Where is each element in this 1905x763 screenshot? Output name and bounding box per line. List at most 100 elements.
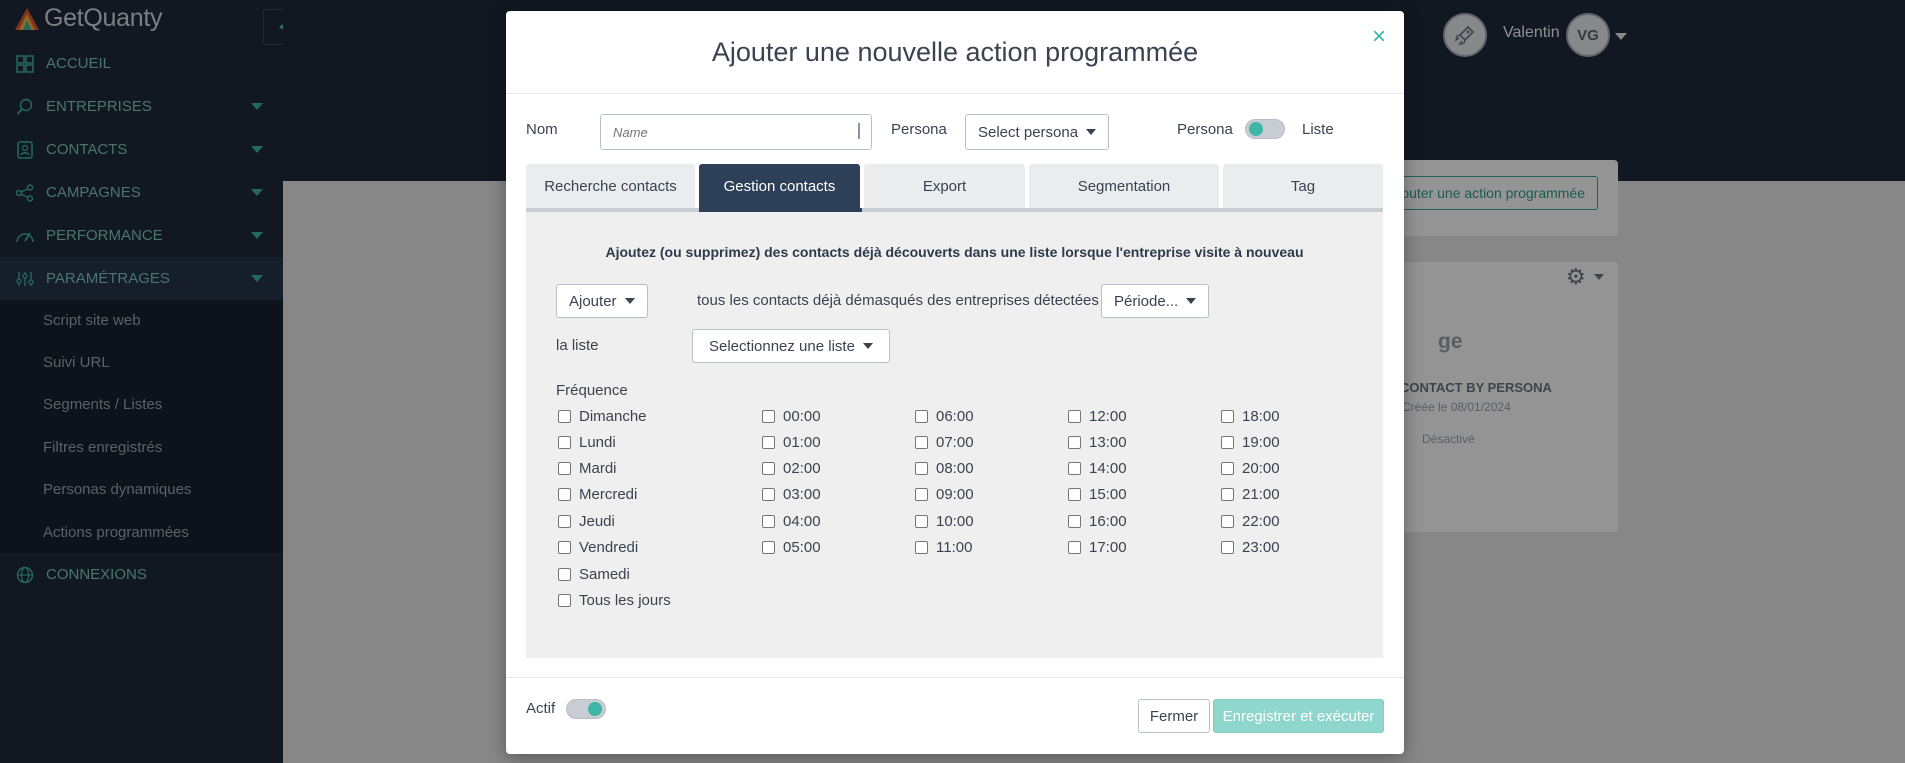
hour-checkbox[interactable]: 12:00 (1068, 408, 1127, 425)
list-select[interactable]: Selectionnez une liste (692, 329, 890, 363)
name-label: Nom (526, 121, 558, 138)
hour-checkbox[interactable]: 03:00 (762, 486, 821, 503)
chevron-down-icon (862, 343, 873, 349)
hour-checkbox[interactable]: 00:00 (762, 408, 821, 425)
day-checkbox-vendredi[interactable]: Vendredi (558, 539, 638, 556)
list-select-value: Selectionnez une liste (709, 337, 855, 355)
hour-label: 19:00 (1242, 434, 1280, 451)
checkbox[interactable] (1068, 488, 1081, 501)
hour-checkbox[interactable]: 07:00 (915, 434, 974, 451)
hour-checkbox[interactable]: 16:00 (1068, 513, 1127, 530)
tab-tag[interactable]: Tag (1223, 164, 1383, 208)
tab-gestion-contacts[interactable]: Gestion contacts (699, 164, 860, 208)
checkbox[interactable] (915, 410, 928, 423)
hour-checkbox[interactable]: 21:00 (1221, 486, 1280, 503)
checkbox[interactable] (915, 488, 928, 501)
day-checkbox-tous-les-jours[interactable]: Tous les jours (558, 592, 671, 609)
hour-label: 01:00 (783, 434, 821, 451)
checkbox[interactable] (1221, 515, 1234, 528)
hour-checkbox[interactable]: 10:00 (915, 513, 974, 530)
hour-label: 21:00 (1242, 486, 1280, 503)
hour-label: 20:00 (1242, 460, 1280, 477)
day-label: Samedi (579, 566, 630, 583)
hour-checkbox[interactable]: 18:00 (1221, 408, 1280, 425)
contacts-description: tous les contacts déjà démasqués des ent… (697, 292, 1099, 309)
checkbox[interactable] (1221, 462, 1234, 475)
hour-label: 05:00 (783, 539, 821, 556)
day-checkbox-samedi[interactable]: Samedi (558, 566, 630, 583)
checkbox[interactable] (762, 436, 775, 449)
hour-checkbox[interactable]: 13:00 (1068, 434, 1127, 451)
checkbox[interactable] (1068, 436, 1081, 449)
hour-checkbox[interactable]: 11:00 (915, 539, 972, 556)
checkbox[interactable] (1068, 410, 1081, 423)
hour-checkbox[interactable]: 19:00 (1221, 434, 1280, 451)
checkbox[interactable] (558, 462, 571, 475)
hour-checkbox[interactable]: 22:00 (1221, 513, 1280, 530)
persona-select[interactable]: Select persona (965, 114, 1110, 150)
checkbox[interactable] (915, 541, 928, 554)
day-checkbox-dimanche[interactable]: Dimanche (558, 408, 647, 425)
hour-checkbox[interactable]: 20:00 (1221, 460, 1280, 477)
tab-recherche-contacts[interactable]: Recherche contacts (526, 164, 695, 208)
day-label: Dimanche (579, 408, 647, 425)
gestion-contacts-panel: Ajoutez (ou supprimez) des contacts déjà… (526, 212, 1383, 658)
day-label: Vendredi (579, 539, 639, 556)
chevron-down-icon (624, 298, 635, 304)
checkbox[interactable] (762, 515, 775, 528)
checkbox[interactable] (1068, 515, 1081, 528)
day-checkbox-jeudi[interactable]: Jeudi (558, 513, 615, 530)
checkbox[interactable] (558, 515, 571, 528)
hour-checkbox[interactable]: 06:00 (915, 408, 974, 425)
checkbox[interactable] (762, 541, 775, 554)
hour-checkbox[interactable]: 01:00 (762, 434, 821, 451)
active-toggle[interactable] (566, 699, 606, 719)
checkbox[interactable] (558, 594, 571, 607)
hour-checkbox[interactable]: 04:00 (762, 513, 821, 530)
checkbox[interactable] (1221, 541, 1234, 554)
checkbox[interactable] (558, 436, 571, 449)
hour-checkbox[interactable]: 08:00 (915, 460, 974, 477)
day-label: Mardi (579, 460, 617, 477)
hour-checkbox[interactable]: 15:00 (1068, 486, 1127, 503)
day-checkbox-lundi[interactable]: Lundi (558, 434, 616, 451)
checkbox[interactable] (558, 568, 571, 581)
action-select[interactable]: Ajouter (556, 284, 648, 318)
checkbox[interactable] (1068, 541, 1081, 554)
checkbox[interactable] (915, 462, 928, 475)
divider (506, 93, 1404, 94)
checkbox[interactable] (1068, 462, 1081, 475)
checkbox[interactable] (915, 515, 928, 528)
checkbox[interactable] (1221, 436, 1234, 449)
day-checkbox-mardi[interactable]: Mardi (558, 460, 617, 477)
hour-label: 04:00 (783, 513, 821, 530)
day-checkbox-mercredi[interactable]: Mercredi (558, 486, 637, 503)
save-and-run-button[interactable]: Enregistrer et exécuter (1213, 699, 1384, 733)
toggle-liste-label: Liste (1302, 121, 1334, 138)
checkbox[interactable] (762, 410, 775, 423)
list-label: la liste (556, 337, 599, 354)
period-select[interactable]: Période... (1101, 284, 1210, 318)
tab-segmentation[interactable]: Segmentation (1029, 164, 1219, 208)
checkbox[interactable] (558, 541, 571, 554)
tab-export[interactable]: Export (864, 164, 1025, 208)
name-input[interactable] (600, 114, 872, 150)
persona-liste-toggle[interactable] (1245, 119, 1285, 139)
checkbox[interactable] (558, 410, 571, 423)
checkbox[interactable] (915, 436, 928, 449)
hour-label: 22:00 (1242, 513, 1280, 530)
hour-checkbox[interactable]: 09:00 (915, 486, 974, 503)
checkbox[interactable] (762, 488, 775, 501)
checkbox[interactable] (762, 462, 775, 475)
checkbox[interactable] (558, 488, 571, 501)
checkbox[interactable] (1221, 410, 1234, 423)
hour-checkbox[interactable]: 17:00 (1068, 539, 1127, 556)
hour-checkbox[interactable]: 14:00 (1068, 460, 1127, 477)
hour-checkbox[interactable]: 05:00 (762, 539, 821, 556)
checkbox[interactable] (1221, 488, 1234, 501)
hour-label: 06:00 (936, 408, 974, 425)
close-button[interactable]: Fermer (1138, 699, 1210, 733)
hour-checkbox[interactable]: 02:00 (762, 460, 821, 477)
hour-checkbox[interactable]: 23:00 (1221, 539, 1280, 556)
close-icon[interactable]: × (1372, 25, 1386, 49)
